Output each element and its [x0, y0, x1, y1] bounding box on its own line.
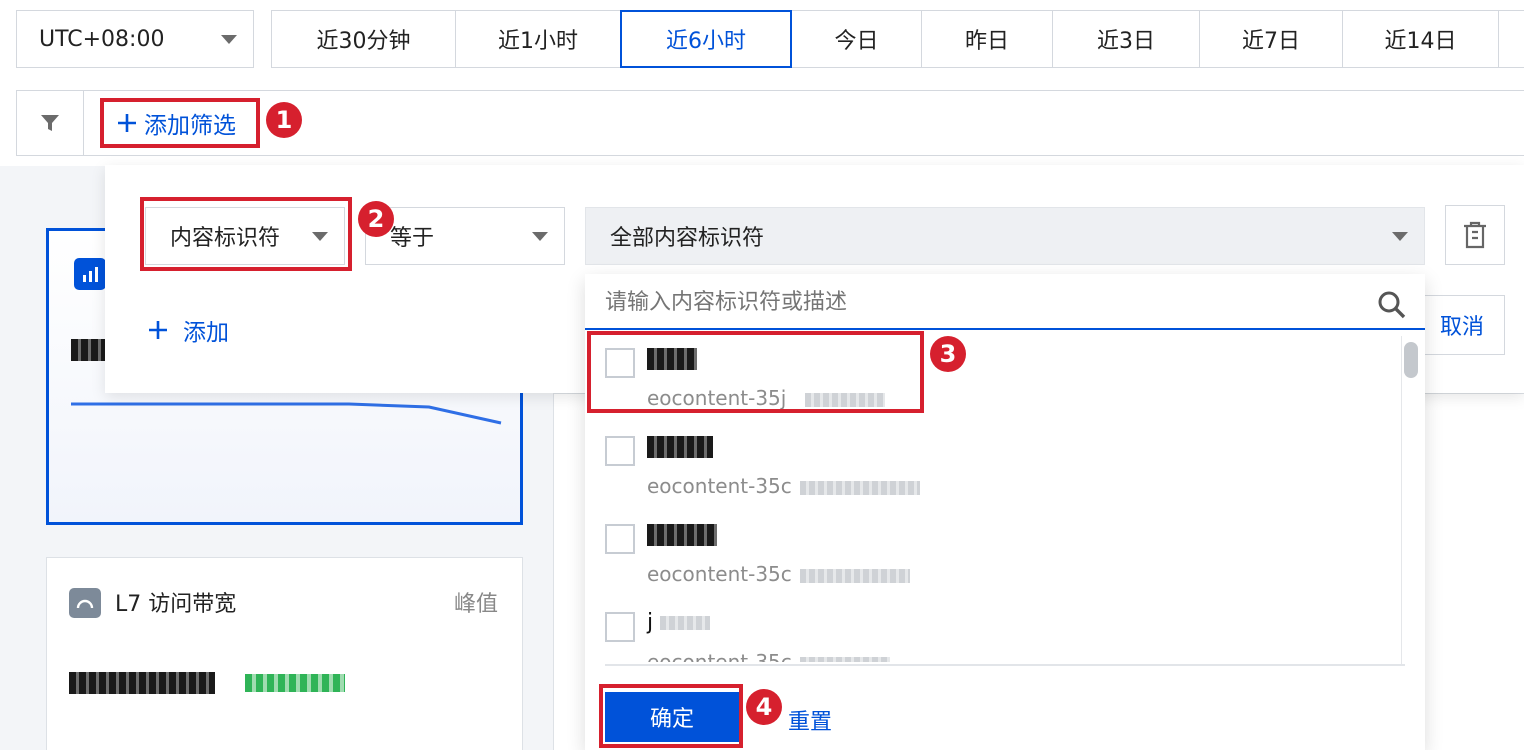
timezone-select[interactable]: UTC+08:00 [16, 10, 254, 68]
bandwidth-title: L7 访问带宽 [115, 592, 237, 617]
filter-toggle[interactable] [16, 90, 84, 156]
add-condition-button[interactable]: 添加 [147, 313, 229, 347]
time-range-yesterday[interactable]: 昨日 [921, 10, 1053, 68]
time-range-1h[interactable]: 近1小时 [455, 10, 621, 68]
metric-card-bandwidth[interactable]: L7 访问带宽 峰值 [46, 557, 523, 750]
search-icon [1378, 291, 1406, 319]
item-checkbox[interactable] [605, 612, 635, 642]
scrollbar-track [1401, 336, 1415, 664]
value-select[interactable]: 全部内容标识符 [585, 207, 1425, 265]
reset-button[interactable]: 重置 [788, 704, 832, 736]
item-checkbox[interactable] [605, 436, 635, 466]
chevron-down-icon [532, 231, 548, 241]
item-name-redacted [647, 434, 713, 459]
list-item[interactable]: eocontent-35c [605, 424, 1385, 512]
chevron-down-icon [221, 34, 237, 44]
item-desc: eocontent-35c [647, 562, 910, 586]
time-range-today[interactable]: 今日 [791, 10, 922, 68]
search-input[interactable] [605, 286, 1345, 318]
time-range-more[interactable] [1498, 10, 1524, 68]
scrollbar-thumb[interactable] [1404, 342, 1418, 378]
time-range-30m[interactable]: 近30分钟 [271, 10, 456, 68]
annotation-badge-2: 2 [358, 201, 394, 237]
annotation-badge-4: 4 [746, 689, 782, 725]
value-select-value: 全部内容标识符 [610, 226, 765, 251]
annotation-badge-3: 3 [930, 336, 966, 372]
search-box[interactable] [585, 274, 1425, 330]
annotation-box-3 [587, 331, 924, 413]
time-range-6h[interactable]: 近6小时 [620, 10, 792, 68]
annotation-box-4 [599, 684, 743, 748]
operator-select[interactable]: 等于 [365, 207, 565, 265]
item-name-redacted [647, 522, 717, 547]
trash-icon [1464, 221, 1486, 249]
timezone-value: UTC+08:00 [39, 26, 165, 52]
annotation-box-2 [140, 197, 352, 271]
chart-icon [74, 258, 106, 290]
metric-sparkline [71, 402, 502, 425]
list-item[interactable]: eocontent-35c [605, 512, 1385, 600]
list-divider [605, 664, 1405, 666]
time-range-14d[interactable]: 近14日 [1342, 10, 1499, 68]
plus-icon [149, 321, 167, 339]
delete-condition-button[interactable] [1445, 205, 1505, 265]
time-range-group: 近30分钟 近1小时 近6小时 今日 昨日 近3日 近7日 近14日 [271, 10, 1524, 68]
bandwidth-value-redacted [69, 672, 345, 694]
metric-value-redacted [71, 339, 109, 361]
peak-tag: 峰值 [453, 592, 498, 617]
annotation-badge-1: 1 [266, 102, 302, 138]
add-condition-label: 添加 [183, 320, 229, 346]
item-checkbox[interactable] [605, 524, 635, 554]
operator-select-value: 等于 [390, 226, 435, 251]
item-name: j [647, 610, 711, 635]
chevron-down-icon [1392, 231, 1408, 241]
time-range-7d[interactable]: 近7日 [1199, 10, 1343, 68]
gauge-icon [69, 588, 101, 618]
list-item[interactable]: j eocontent-35c [605, 600, 1385, 662]
item-desc: eocontent-35c [647, 650, 890, 662]
item-desc: eocontent-35c [647, 474, 920, 498]
time-range-3d[interactable]: 近3日 [1052, 10, 1200, 68]
funnel-icon [40, 115, 59, 131]
annotation-box-1 [100, 98, 260, 148]
cancel-label: 取消 [1439, 315, 1484, 340]
